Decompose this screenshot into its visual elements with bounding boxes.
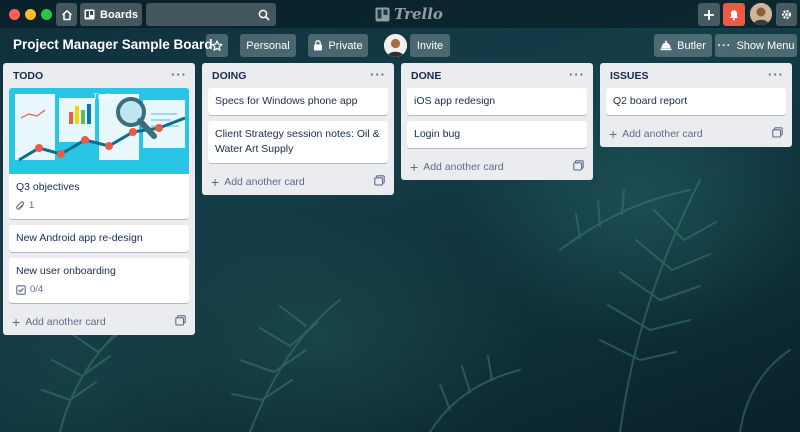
list-menu-icon[interactable]: ··· <box>171 67 187 82</box>
butler-label: Butler <box>677 39 706 52</box>
list-header[interactable]: TODO ··· <box>3 63 195 88</box>
create-button[interactable] <box>698 3 720 26</box>
search-input[interactable] <box>146 3 276 26</box>
list-issues: ISSUES ··· Q2 board report + Add another… <box>600 63 792 147</box>
window-minimize-button[interactable] <box>25 9 36 20</box>
card-title: Login bug <box>414 128 461 140</box>
boards-button[interactable]: Boards <box>80 3 142 26</box>
trello-logo[interactable]: Trello <box>375 5 443 23</box>
invite-button[interactable]: Invite <box>410 34 450 57</box>
search-icon <box>258 9 270 21</box>
list-header[interactable]: DONE ··· <box>401 63 593 88</box>
avatar-photo <box>750 3 772 25</box>
butler-button[interactable]: Butler <box>654 34 712 57</box>
paperclip-icon <box>16 200 25 210</box>
more-icon: ··· <box>717 39 732 52</box>
butler-icon <box>660 40 672 51</box>
team-visibility-button[interactable]: Personal <box>240 34 296 57</box>
settings-button[interactable] <box>776 3 797 26</box>
card-title: Specs for Windows phone app <box>215 95 358 107</box>
home-icon <box>61 9 72 20</box>
boards-icon <box>84 9 95 20</box>
list-header[interactable]: ISSUES ··· <box>600 63 792 88</box>
svg-text:Trello: Trello <box>93 93 114 101</box>
checklist-icon <box>16 284 26 295</box>
card-new-user-onboarding[interactable]: New user onboarding 0/4 <box>9 258 189 303</box>
cover-illustration: Trello <box>9 88 189 174</box>
card-template-icon[interactable] <box>374 175 385 186</box>
add-card-button[interactable]: + Add another card <box>3 309 195 335</box>
card-badges: 0/4 <box>16 282 183 297</box>
member-photo <box>384 34 407 57</box>
checklist-badge: 0/4 <box>16 282 43 297</box>
top-bar: Boards Trello <box>0 0 800 28</box>
list-header[interactable]: DOING ··· <box>202 63 394 88</box>
member-avatar[interactable] <box>384 34 407 57</box>
plus-icon: + <box>609 126 618 142</box>
list-title[interactable]: ISSUES <box>610 70 649 82</box>
card-title: New user onboarding <box>16 265 116 277</box>
card-template-icon[interactable] <box>573 160 584 171</box>
boards-label: Boards <box>100 8 138 21</box>
checklist-count: 0/4 <box>30 284 44 295</box>
add-card-button[interactable]: + Add another card <box>401 154 593 180</box>
plus-icon: + <box>410 159 419 175</box>
show-menu-button[interactable]: ··· Show Menu <box>715 34 797 57</box>
list-title[interactable]: DONE <box>411 70 441 82</box>
logo-text: Trello <box>394 5 443 23</box>
attachment-badge: 1 <box>16 198 34 213</box>
card-q3-objectives[interactable]: Trello Q3 objectives 1 <box>9 88 189 219</box>
home-button[interactable] <box>56 3 77 26</box>
list-todo: TODO ··· Trello Q3 objectives 1 New Andr… <box>3 63 195 335</box>
plus-icon: + <box>211 174 220 190</box>
plus-icon: + <box>12 314 21 330</box>
plus-icon <box>704 9 714 20</box>
list-menu-icon[interactable]: ··· <box>768 67 784 82</box>
privacy-button[interactable]: Private <box>308 34 368 57</box>
card-template-icon[interactable] <box>772 127 783 138</box>
card-client-strategy[interactable]: Client Strategy session notes: Oil & Wat… <box>208 121 388 163</box>
card-q2-board-report[interactable]: Q2 board report <box>606 88 786 115</box>
gear-icon <box>781 9 792 20</box>
trello-logo-icon <box>375 7 390 21</box>
card-template-icon[interactable] <box>175 315 186 326</box>
add-card-label: Add another card <box>423 161 504 173</box>
card-badges: 1 <box>16 198 183 213</box>
lock-icon <box>314 40 323 51</box>
card-ios-app-redesign[interactable]: iOS app redesign <box>407 88 587 115</box>
card-title: Client Strategy session notes: Oil & Wat… <box>215 128 380 155</box>
user-avatar[interactable] <box>750 3 772 25</box>
card-title: New Android app re-design <box>16 232 143 244</box>
card-specs-windows-phone[interactable]: Specs for Windows phone app <box>208 88 388 115</box>
attachment-count: 1 <box>29 200 35 211</box>
card-cover-image: Trello <box>9 88 189 174</box>
notifications-button[interactable] <box>723 3 745 26</box>
window-zoom-button[interactable] <box>41 9 52 20</box>
window-close-button[interactable] <box>9 9 20 20</box>
add-card-label: Add another card <box>622 128 703 140</box>
invite-label: Invite <box>416 39 444 52</box>
card-title: Q2 board report <box>613 95 688 107</box>
card-login-bug[interactable]: Login bug <box>407 121 587 148</box>
list-title[interactable]: TODO <box>13 70 43 82</box>
add-card-button[interactable]: + Add another card <box>202 169 394 195</box>
private-label: Private <box>328 39 363 52</box>
card-title: Q3 objectives <box>16 181 80 193</box>
bell-icon <box>729 9 739 20</box>
list-menu-icon[interactable]: ··· <box>569 67 585 82</box>
star-board-button[interactable] <box>206 34 228 57</box>
card-new-android-app[interactable]: New Android app re-design <box>9 225 189 252</box>
card-title: iOS app redesign <box>414 95 496 107</box>
list-doing: DOING ··· Specs for Windows phone app Cl… <box>202 63 394 195</box>
board-title[interactable]: Project Manager Sample Board <box>13 37 213 52</box>
list-done: DONE ··· iOS app redesign Login bug + Ad… <box>401 63 593 180</box>
personal-label: Personal <box>246 39 290 52</box>
add-card-label: Add another card <box>25 316 106 328</box>
add-card-button[interactable]: + Add another card <box>600 121 792 147</box>
star-icon <box>211 39 223 51</box>
show-menu-label: Show Menu <box>736 39 795 52</box>
list-title[interactable]: DOING <box>212 70 246 82</box>
list-menu-icon[interactable]: ··· <box>370 67 386 82</box>
add-card-label: Add another card <box>224 176 305 188</box>
